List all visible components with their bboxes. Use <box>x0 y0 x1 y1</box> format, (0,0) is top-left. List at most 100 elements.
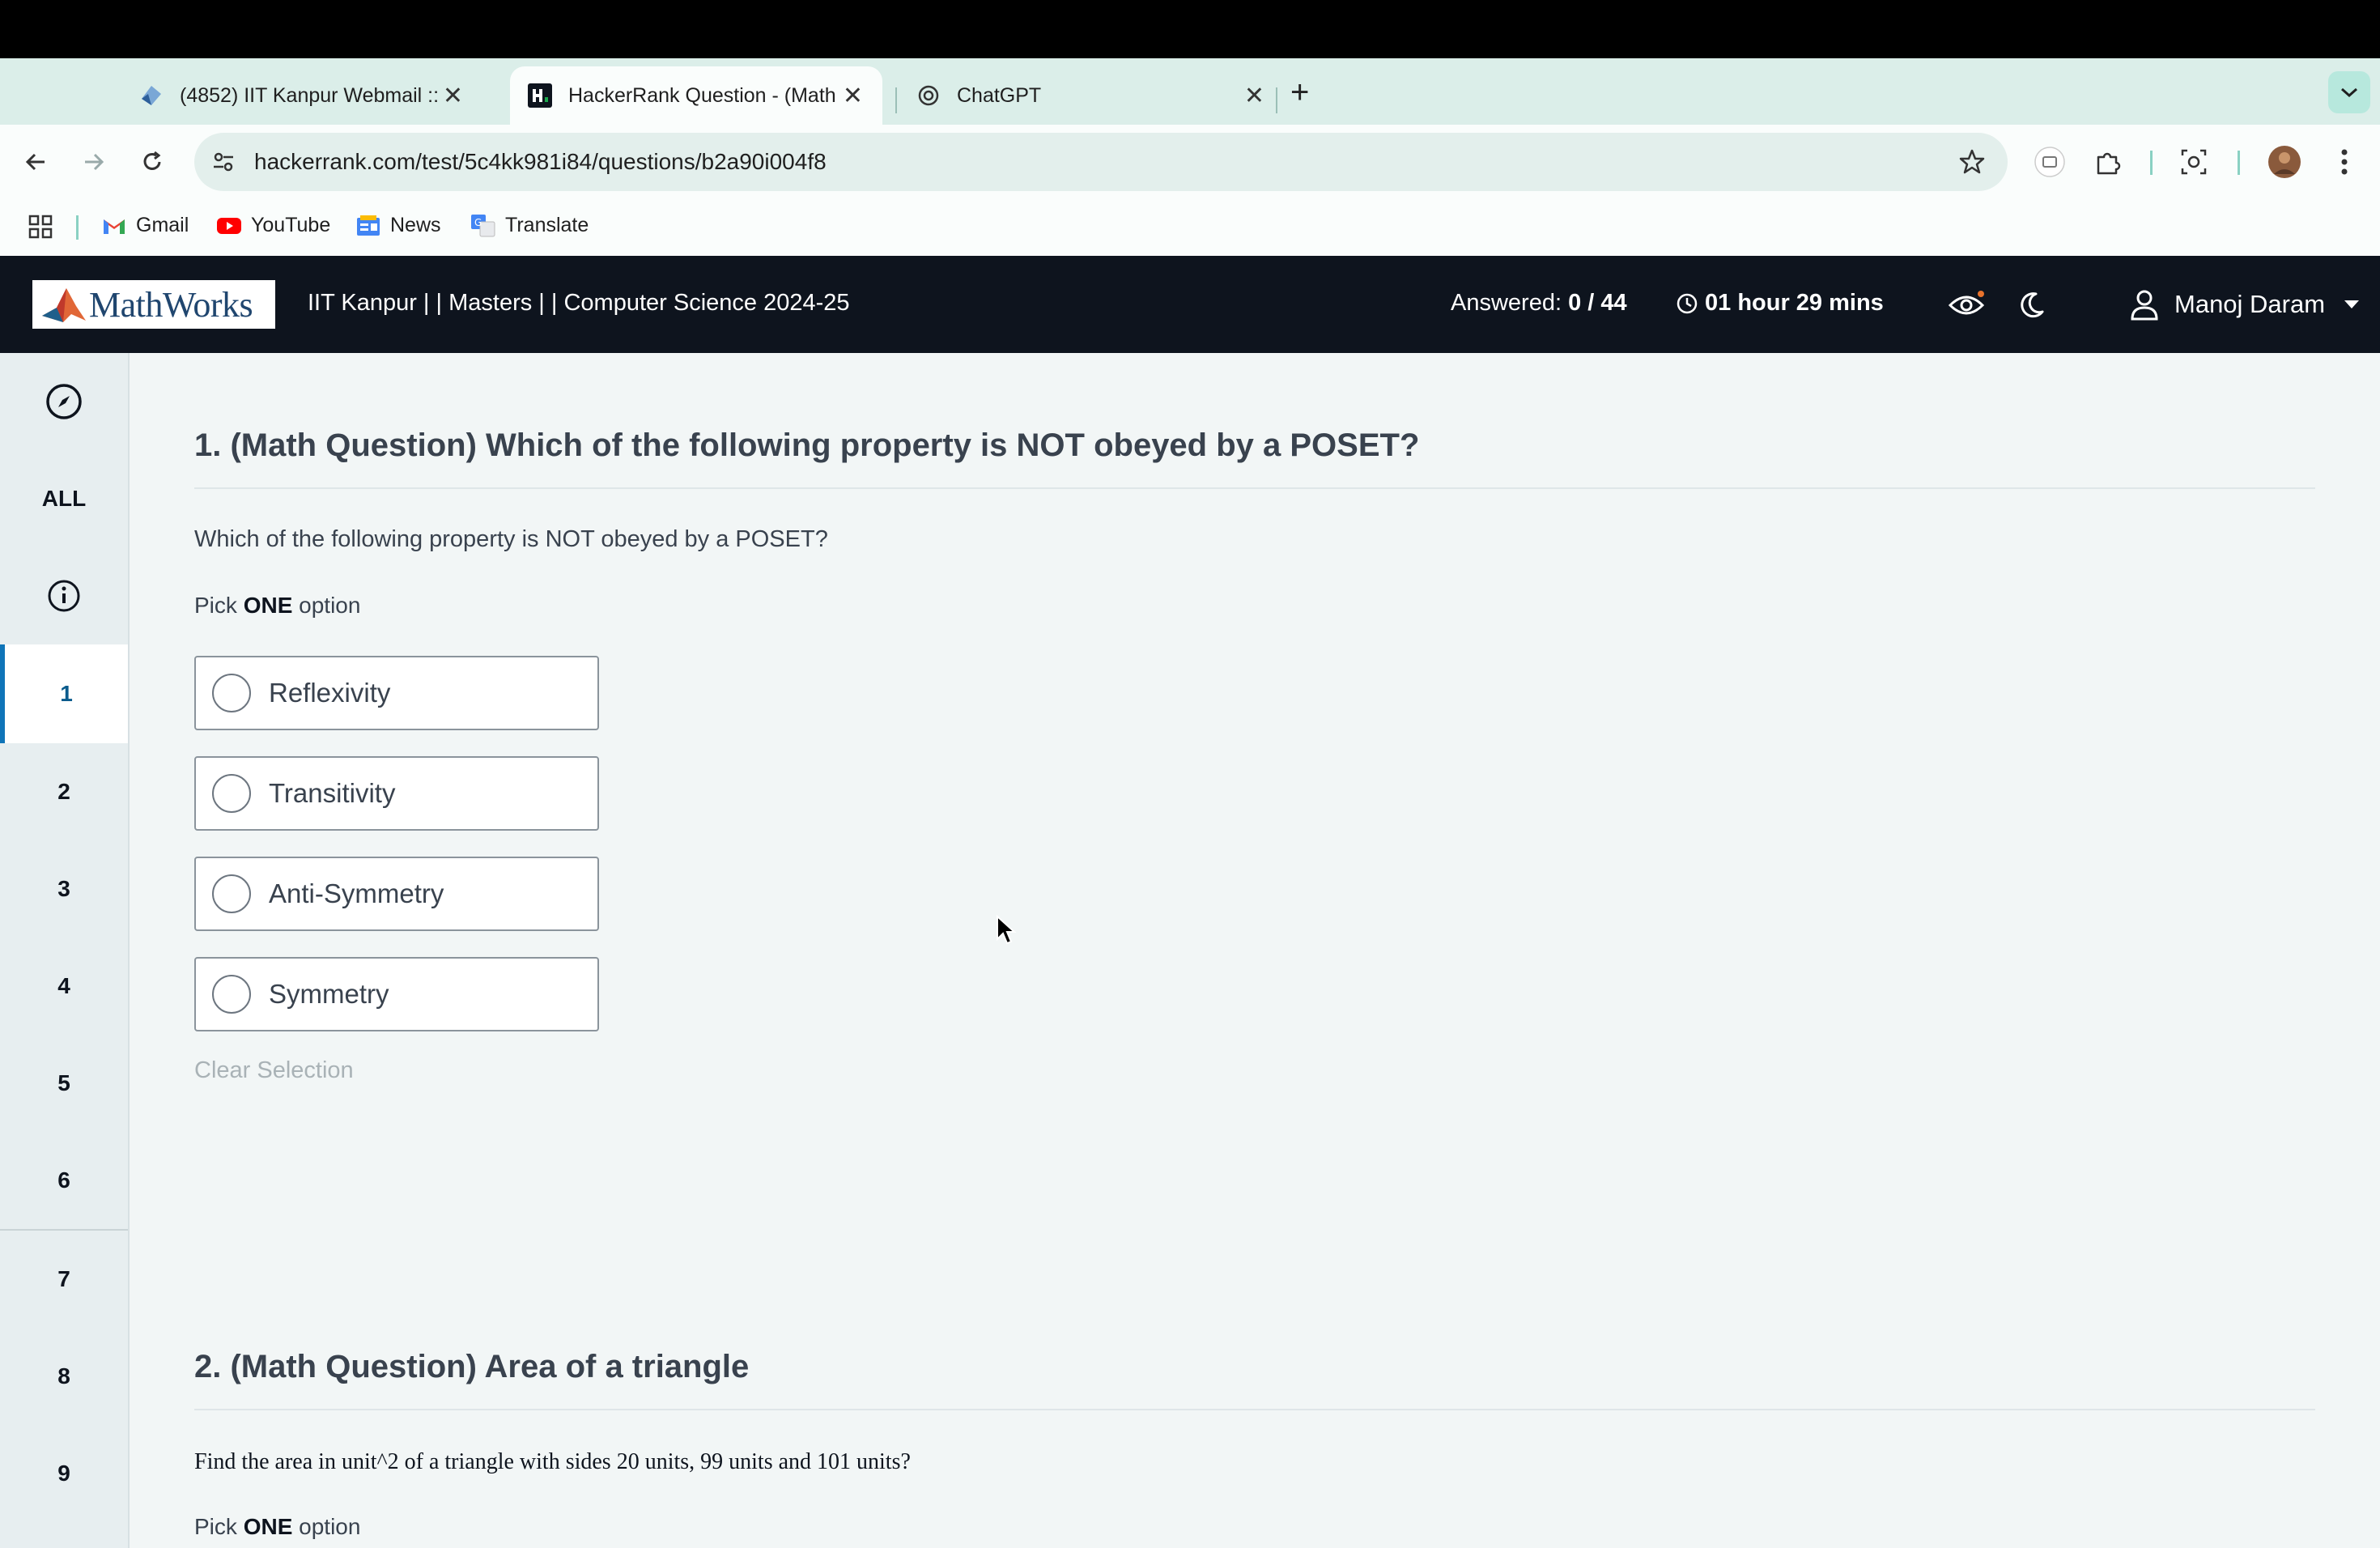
radio-button[interactable] <box>212 674 251 712</box>
toolbar-divider <box>2150 151 2153 175</box>
svg-text:G: G <box>474 217 482 228</box>
option-reflexivity[interactable]: Reflexivity <box>194 656 599 730</box>
close-icon[interactable]: ✕ <box>1244 82 1264 110</box>
option-symmetry[interactable]: Symmetry <box>194 957 599 1031</box>
answered-value: 0 / 44 <box>1568 290 1627 316</box>
pick-prefix: Pick <box>194 1514 237 1539</box>
option-label: Transitivity <box>269 778 396 808</box>
close-icon[interactable]: ✕ <box>843 82 863 110</box>
os-top-bar <box>0 0 2380 58</box>
chevron-down-icon[interactable] <box>2328 71 2370 113</box>
back-arrow-icon[interactable] <box>16 142 55 181</box>
bookmark-label: News <box>390 214 441 236</box>
sidebar-item-all[interactable]: ALL <box>0 450 128 547</box>
timer-text: 01 hour 29 mins <box>1705 290 1884 316</box>
pick-suffix: option <box>299 593 361 618</box>
bookmarks-divider <box>76 215 79 240</box>
sidebar-question-9[interactable]: 9 <box>0 1425 128 1522</box>
dark-mode-moon-icon[interactable] <box>2012 287 2050 324</box>
chatgpt-icon <box>915 82 942 109</box>
clock-icon <box>1677 293 1698 313</box>
forward-arrow-icon[interactable] <box>74 142 113 181</box>
question-sidebar: ALL 1 2 3 4 5 6 7 8 9 <box>0 353 130 1548</box>
sidebar-question-6[interactable]: 6 <box>0 1132 128 1229</box>
tab-title: HackerRank Question - (Math <box>568 83 836 107</box>
sidebar-question-1[interactable]: 1 <box>0 644 128 743</box>
user-icon <box>2131 290 2158 321</box>
new-tab-icon[interactable]: + <box>1290 74 1309 111</box>
answered-count: Answered: 0 / 44 <box>1451 290 1627 317</box>
question-1-text: Which of the following property is NOT o… <box>194 526 828 552</box>
user-menu[interactable]: Manoj Daram <box>2129 288 2361 321</box>
answered-label: Answered: <box>1451 290 1562 316</box>
cast-icon[interactable] <box>2030 142 2069 181</box>
radio-button[interactable] <box>212 874 251 913</box>
url-text: hackerrank.com/test/5c4kk981i84/question… <box>254 149 827 174</box>
mouse-pointer-icon <box>996 914 1017 950</box>
gmail-icon <box>100 215 128 237</box>
info-icon[interactable] <box>0 547 128 644</box>
tab-divider <box>1276 87 1277 113</box>
address-bar[interactable]: hackerrank.com/test/5c4kk981i84/question… <box>194 133 2008 191</box>
question-2-title: 2. (Math Question) Area of a triangle <box>194 1349 750 1384</box>
sidebar-question-4[interactable]: 4 <box>0 938 128 1035</box>
tab-title: (4852) IIT Kanpur Webmail :: <box>180 83 439 107</box>
site-settings-icon[interactable] <box>209 147 238 176</box>
sidebar-question-5[interactable]: 5 <box>0 1035 128 1132</box>
apps-grid-icon[interactable] <box>28 214 53 240</box>
timer: 01 hour 29 mins <box>1676 290 1884 317</box>
google-translate-icon: G <box>470 214 497 237</box>
caret-down-icon <box>2344 300 2360 308</box>
question-content: 1. (Math Question) Which of the followin… <box>130 353 2380 1548</box>
question-2-text: Find the area in unit^2 of a triangle wi… <box>194 1449 911 1474</box>
title-divider <box>194 1409 2315 1410</box>
reload-icon[interactable] <box>133 142 172 181</box>
pick-bold: ONE <box>243 593 293 618</box>
tab-divider <box>895 87 897 113</box>
test-header: MathWorks IIT Kanpur | | Masters | | Com… <box>0 256 2380 353</box>
pick-prefix: Pick <box>194 593 237 618</box>
browser-tab-strip: (4852) IIT Kanpur Webmail :: ✕ HackerRan… <box>0 58 2380 125</box>
bookmark-label: YouTube <box>251 214 331 236</box>
title-divider <box>194 487 2315 489</box>
screenshot-icon[interactable] <box>2174 142 2213 181</box>
radio-button[interactable] <box>212 774 251 813</box>
close-icon[interactable]: ✕ <box>443 82 463 110</box>
pick-bold: ONE <box>243 1514 293 1539</box>
option-transitivity[interactable]: Transitivity <box>194 756 599 831</box>
sidebar-question-2[interactable]: 2 <box>0 743 128 840</box>
eye-icon[interactable] <box>1948 287 1985 324</box>
option-label: Anti-Symmetry <box>269 878 444 908</box>
sidebar-question-3[interactable]: 3 <box>0 840 128 938</box>
youtube-icon <box>215 215 243 237</box>
option-label: Reflexivity <box>269 678 391 708</box>
tab-webmail[interactable]: (4852) IIT Kanpur Webmail :: ✕ <box>121 66 463 125</box>
avatar[interactable] <box>2265 142 2304 181</box>
tab-chatgpt[interactable]: ChatGPT ✕ <box>899 66 1279 125</box>
bookmark-youtube[interactable]: YouTube <box>215 214 330 237</box>
bookmark-news[interactable]: News <box>355 214 441 237</box>
extensions-puzzle-icon[interactable] <box>2089 142 2127 181</box>
test-name: IIT Kanpur | | Masters | | Computer Scie… <box>308 290 850 316</box>
bookmark-star-icon[interactable] <box>1957 147 1987 176</box>
google-news-icon <box>355 215 382 237</box>
bookmark-translate[interactable]: G Translate <box>470 214 589 237</box>
bookmark-label: Gmail <box>136 214 189 236</box>
bookmark-gmail[interactable]: Gmail <box>100 214 189 237</box>
tab-title: ChatGPT <box>957 83 1042 107</box>
kebab-menu-icon[interactable] <box>2325 142 2364 181</box>
browser-toolbar: hackerrank.com/test/5c4kk981i84/question… <box>0 125 2380 199</box>
radio-button[interactable] <box>212 975 251 1014</box>
compass-icon[interactable] <box>0 353 128 450</box>
clear-selection-link[interactable]: Clear Selection <box>194 1057 354 1084</box>
pick-instruction: Pick ONE option <box>194 593 360 619</box>
tab-hackerrank[interactable]: HackerRank Question - (Math ✕ <box>510 66 882 125</box>
sidebar-question-7[interactable]: 7 <box>0 1231 128 1328</box>
logo-text: MathWorks <box>89 284 253 325</box>
sidebar-question-8[interactable]: 8 <box>0 1328 128 1425</box>
toolbar-divider <box>2238 151 2240 175</box>
bookmarks-bar: Gmail YouTube News G Translate <box>0 199 2380 256</box>
pick-instruction: Pick ONE option <box>194 1514 360 1540</box>
user-name: Manoj Daram <box>2174 290 2326 318</box>
option-anti-symmetry[interactable]: Anti-Symmetry <box>194 857 599 931</box>
